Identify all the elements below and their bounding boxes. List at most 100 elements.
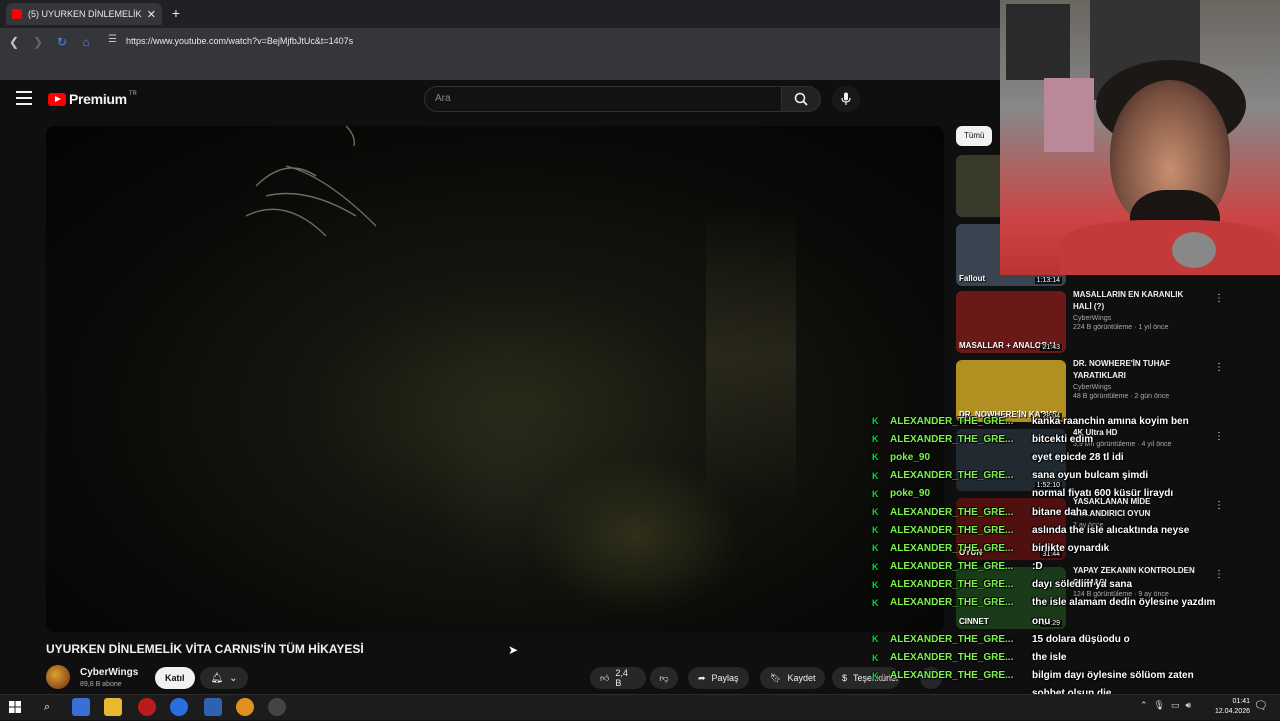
chat-text: aslında the isle alıcaktında neyse (1032, 524, 1190, 536)
app-icon[interactable] (236, 698, 254, 716)
chat-text: kanka raanchin amına koyim ben (1032, 415, 1189, 427)
voice-search-button[interactable] (832, 86, 860, 112)
video-info[interactable]: MASALLARIN EN KARANLIK HALİ (?) CyberWing… (1073, 289, 1203, 331)
kick-badge-icon: K (872, 561, 879, 572)
close-tab-icon[interactable]: ✕ (147, 8, 156, 21)
windows-taskbar (0, 694, 1280, 720)
thumbs-down-icon: 👎︎ (659, 672, 669, 683)
save-button[interactable]: 🔖︎ Kaydet (760, 667, 826, 689)
youtube-logo[interactable]: Premium TR (48, 91, 137, 107)
video-player[interactable] (46, 126, 944, 632)
chat-text: bitane daha (1032, 506, 1088, 518)
home-icon[interactable]: ⌂ (78, 34, 94, 50)
join-button[interactable]: Katıl (155, 667, 195, 689)
like-count: 2,4 B (615, 668, 628, 688)
related-video-meta: 224 B görüntüleme · 1 yıl önce (1073, 324, 1169, 331)
taskbar-clock[interactable]: 01:41 12.04.2026 (1215, 697, 1250, 717)
chat-text: onu (1032, 615, 1051, 627)
channel-name[interactable]: CyberWings (80, 667, 138, 678)
app-icon[interactable] (204, 698, 222, 716)
chat-text: the isle (1032, 652, 1067, 664)
clock-date: 12.04.2026 (1214, 708, 1250, 715)
site-settings-icon[interactable]: ☰ (108, 34, 122, 48)
chat-username: ALEXANDER_THE_GRE... (890, 506, 1014, 518)
browser-tab[interactable]: (5) UYURKEN DİNLEMELİK V ✕ (6, 3, 162, 25)
kick-badge-icon: K (872, 597, 879, 608)
share-button[interactable]: ➦ Paylaş (688, 667, 749, 689)
start-icon[interactable] (6, 698, 24, 716)
dislike-button[interactable]: 👎︎ (650, 667, 678, 689)
logo-text: Premium (69, 91, 127, 107)
kick-badge-icon: K (872, 543, 879, 554)
search-input[interactable]: Ara (424, 86, 782, 112)
video-title: UYURKEN DİNLEMELİK VİTA CARNIS'İN TÜM Hİ… (46, 642, 364, 656)
obs-icon[interactable] (268, 698, 286, 716)
search-icon (794, 92, 808, 106)
chat-text: sana oyun bulcam şimdi (1032, 470, 1149, 482)
related-video-channel[interactable]: CyberWings (1073, 315, 1203, 322)
store-icon[interactable] (72, 698, 90, 716)
back-icon[interactable]: ❮ (6, 34, 22, 50)
related-video-title[interactable]: MASALLARIN EN KARANLIK HALİ (?) (1073, 289, 1203, 313)
chat-text: 15 dolara düşüodu o (1032, 633, 1130, 645)
chat-username: ALEXANDER_THE_GRE... (890, 561, 1014, 573)
chat-message: K ALEXANDER_THE_GRE... sana oyun bulcam şi… (872, 467, 1280, 485)
system-tray[interactable]: ⌃ 🎙︎ ▭ 🔊︎ (1140, 700, 1191, 711)
url-field[interactable]: https://www.youtube.com/watch?v=BejMjfbJ… (126, 36, 353, 46)
chat-text: normal fiyatı 600 küsür liraydı (1032, 488, 1174, 500)
chat-message: K ALEXANDER_THE_GRE... bitcekti edim (872, 430, 1280, 448)
chat-username: ALEXANDER_THE_GRE... (890, 524, 1014, 536)
kick-badge-icon: K (872, 525, 879, 536)
chevron-up-icon[interactable]: ⌃ (1140, 700, 1148, 711)
streamer-shirt (1060, 220, 1280, 275)
search-button[interactable] (781, 86, 821, 112)
more-options-icon[interactable]: ⋮ (1214, 362, 1224, 373)
like-button[interactable]: 👍︎ 2,4 B (590, 667, 646, 689)
chat-message: K ALEXANDER_THE_GRE... bitane daha (872, 503, 1280, 521)
chrome-icon[interactable] (170, 698, 188, 716)
chat-username: poke_90 (890, 488, 931, 500)
chip-all[interactable]: Tümü (956, 126, 993, 146)
forward-icon[interactable]: ❯ (30, 34, 46, 50)
related-video-title[interactable]: DR. NOWHERE'İN TUHAF YARATIKLARI (1073, 358, 1203, 382)
thumbs-up-icon: 👍︎ (600, 672, 610, 683)
kick-badge-icon: K (872, 416, 879, 427)
chat-username: ALEXANDER_THE_GRE... (890, 670, 1014, 682)
chat-message: Kpoke_90 normal fiyatı 600 küsür liraydı (872, 485, 1280, 503)
poster (1044, 78, 1094, 152)
video-thumbnail[interactable]: MASALLAR + ANALOG H 21:43 (956, 291, 1066, 353)
share-icon: ➦ (698, 672, 706, 683)
chat-message: K ALEXANDER_THE_GRE... :D (872, 558, 1280, 576)
chat-message: Kpoke_90 eyet epicde 28 tl idi (872, 448, 1280, 466)
bookmark-bar (0, 56, 1000, 80)
new-tab-icon[interactable]: + (168, 5, 184, 21)
microphone-icon[interactable]: 🎙︎ (1154, 700, 1165, 711)
kick-badge-icon: K (872, 488, 879, 499)
related-video-channel[interactable]: CyberWings (1073, 384, 1203, 391)
channel-avatar[interactable] (46, 665, 70, 689)
microphone-icon (841, 92, 851, 105)
chevron-down-icon: ⌄ (229, 672, 238, 684)
chat-message: K ALEXANDER_THE_GRE... kanka raanchin amın… (872, 412, 1280, 430)
chat-username: ALEXANDER_THE_GRE... (890, 597, 1014, 609)
app-icon[interactable] (138, 698, 156, 716)
chat-text: :D (1032, 561, 1043, 573)
subscription-bell-button[interactable]: 🔔︎ ⌄ (200, 667, 248, 689)
hamburger-menu-icon[interactable] (16, 91, 32, 105)
taskbar-search-icon[interactable]: ⌕ (38, 698, 56, 716)
chat-message: K ALEXANDER_THE_GRE... birlikte oynardık (872, 539, 1280, 557)
network-icon[interactable]: ▭ (1171, 700, 1180, 711)
bookmark-icon: 🔖︎ (770, 672, 782, 683)
file-explorer-icon[interactable] (104, 698, 122, 716)
more-options-icon[interactable]: ⋮ (1214, 293, 1224, 304)
chat-message: K ALEXANDER_THE_GRE... 15 dolara düşüodu o (872, 630, 1280, 648)
reload-icon[interactable]: ↻ (54, 34, 70, 50)
kick-badge-icon: K (872, 579, 879, 590)
chat-message: K ALEXANDER_THE_GRE... bilgim dayı öylesin… (872, 667, 1280, 685)
chat-message: K ALEXANDER_THE_GRE... aslında the isle al… (872, 521, 1280, 539)
stream-chat-overlay: K ALEXANDER_THE_GRE... kanka raanchin amın… (872, 412, 1280, 721)
volume-icon[interactable]: 🔊︎ (1186, 700, 1192, 711)
video-info[interactable]: DR. NOWHERE'İN TUHAF YARATIKLARI CyberWin… (1073, 358, 1203, 400)
chat-username: ALEXANDER_THE_GRE... (890, 633, 1014, 645)
notification-icon[interactable]: 🗨︎ (1254, 699, 1268, 712)
